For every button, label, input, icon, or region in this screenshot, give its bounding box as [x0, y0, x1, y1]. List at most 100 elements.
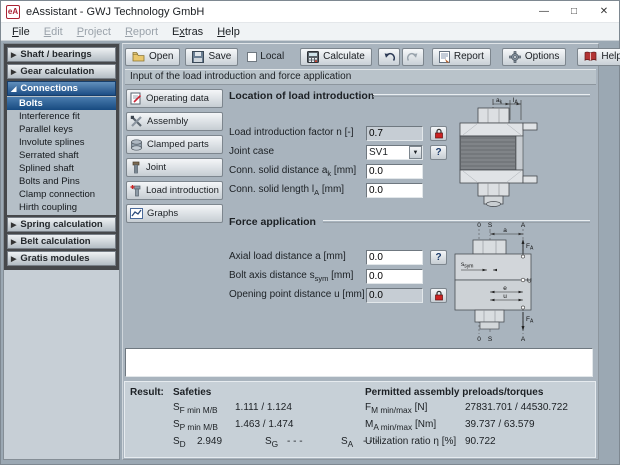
sidebar-item-hirth-coupling[interactable]: Hirth coupling [7, 201, 116, 214]
chevron-down-icon[interactable]: ▼ [409, 146, 422, 159]
bolt-axis-distance-label: Bolt axis distance ssym [mm] [229, 270, 366, 283]
sidebar-item-splined-shaft[interactable]: Splined shaft [7, 162, 116, 175]
location-section-title: Location of load introduction [229, 90, 374, 102]
sidebar-item-clamp-connection[interactable]: Clamp connection [7, 188, 116, 201]
toolbar: Open Save Local Calculate Repo [125, 46, 596, 67]
sidebar-item-bolts-and-pins[interactable]: Bolts and Pins [7, 175, 116, 188]
module-tree: ▶ Shaft / bearings ▶ Gear calculation ◢ … [4, 44, 119, 270]
load-introduction-factor-label: Load introduction factor n [-] [229, 127, 366, 140]
operating-data-button[interactable]: Operating data [126, 89, 223, 108]
bolt-axis-distance-input[interactable] [366, 269, 423, 284]
menu-edit: Edit [37, 26, 70, 38]
ma-minmax-value: 39.737 / 63.579 [465, 419, 535, 430]
joint-case-value: SV1 [367, 147, 409, 158]
diagram2-dim-a: a [503, 227, 507, 234]
menu-extras[interactable]: Extras [165, 26, 210, 38]
opening-point-distance-label: Opening point distance u [mm] [229, 289, 366, 302]
utilization-ratio-label: Utilization ratio η [%] [365, 436, 456, 447]
load-introduction-factor-input[interactable] [366, 126, 423, 141]
lock-button[interactable] [430, 288, 447, 303]
calculate-button[interactable]: Calculate [300, 48, 372, 66]
result-label: Result: [130, 387, 164, 398]
local-checkbox[interactable] [247, 52, 257, 62]
connections-items: Bolts Interference fit Parallel keys Inv… [7, 96, 116, 215]
open-folder-icon [132, 51, 145, 62]
diagram2-label-s-top: S [488, 222, 493, 229]
opening-point-distance-input[interactable] [366, 288, 423, 303]
sidebar-item-serrated-shaft[interactable]: Serrated shaft [7, 149, 116, 162]
diagram2-label-a-axis-bottom: A [521, 336, 526, 343]
joint-case-help-button[interactable]: ? [430, 145, 447, 160]
diagram2-label-0-top: 0 [477, 222, 481, 229]
load-introduction-diagram: ak lA [453, 96, 545, 210]
maximize-button[interactable]: □ [559, 1, 589, 23]
report-button[interactable]: Report [432, 48, 491, 66]
diagram2-dim-u: u [503, 293, 507, 300]
safety-sp-value: 1.463 / 1.474 [235, 419, 293, 430]
graphs-chart-icon [130, 208, 143, 219]
close-button[interactable]: ✕ [589, 1, 619, 23]
lock-icon [434, 128, 444, 139]
sidebar-group-shaft-bearings[interactable]: ▶ Shaft / bearings [7, 47, 116, 62]
menu-help[interactable]: Help [210, 26, 247, 38]
sidebar-group-belt-calculation[interactable]: ▶ Belt calculation [7, 234, 116, 249]
diagram2-point-u-label: U [527, 278, 532, 285]
safety-sp-symbol: SP min M/B [173, 419, 218, 432]
force-section-title: Force application [229, 216, 316, 228]
force-application-diagram: 0 S A a FA ssym [449, 220, 549, 344]
joint-button[interactable]: Joint [126, 158, 223, 177]
local-checkbox-group: Local [247, 51, 284, 62]
sidebar-group-gratis-modules[interactable]: ▶ Gratis modules [7, 251, 116, 266]
title-bar: eA eAssistant - GWJ Technology GmbH — □ … [1, 1, 619, 23]
sidebar-item-involute-splines[interactable]: Involute splines [7, 136, 116, 149]
gear-icon [509, 51, 521, 63]
chevron-right-icon: ▶ [11, 255, 16, 263]
load-introduction-button[interactable]: Load introduction [126, 181, 223, 200]
conn-solid-length-input[interactable] [366, 183, 423, 198]
chevron-right-icon: ▶ [11, 68, 16, 76]
safety-sg-value: - - - [287, 436, 303, 447]
assembly-tools-icon [130, 115, 143, 128]
chevron-right-icon: ▶ [11, 238, 16, 246]
diagram2-dim-e: e [503, 285, 507, 292]
sidebar-group-spring-calculation[interactable]: ▶ Spring calculation [7, 217, 116, 232]
joint-case-dropdown[interactable]: SV1 ▼ [366, 145, 423, 160]
graphs-button[interactable]: Graphs [126, 204, 223, 223]
undo-button[interactable] [378, 48, 400, 66]
sidebar-item-bolts[interactable]: Bolts [7, 97, 116, 110]
open-button[interactable]: Open [125, 48, 180, 66]
joint-bolt-icon [130, 161, 142, 174]
options-button[interactable]: Options [502, 48, 566, 66]
sidebar-item-parallel-keys[interactable]: Parallel keys [7, 123, 116, 136]
local-checkbox-label: Local [260, 51, 284, 62]
sidebar-group-connections[interactable]: ◢ Connections [7, 81, 116, 96]
fm-minmax-label: FM min/max [N] [365, 402, 427, 415]
fm-minmax-value: 27831.701 / 44530.722 [465, 402, 568, 413]
help-button[interactable]: Help [577, 48, 620, 66]
save-button[interactable]: Save [185, 48, 238, 66]
save-floppy-icon [192, 51, 204, 63]
operating-data-icon [130, 92, 142, 105]
conn-solid-distance-input[interactable] [366, 164, 423, 179]
safety-sd-symbol: SD [173, 436, 186, 449]
minimize-button[interactable]: — [529, 1, 559, 23]
joint-case-label: Joint case [229, 146, 366, 159]
diagram2-label-a-axis-top: A [521, 222, 526, 229]
module-sidebar: ▶ Shaft / bearings ▶ Gear calculation ◢ … [3, 43, 120, 460]
axial-load-help-button[interactable]: ? [430, 250, 447, 265]
info-bar: Input of the load introduction and force… [125, 69, 596, 85]
clamped-parts-icon [130, 139, 143, 151]
assembly-button[interactable]: Assembly [126, 112, 223, 131]
clamped-parts-button[interactable]: Clamped parts [126, 135, 223, 154]
safety-sg-symbol: SG [265, 436, 278, 449]
load-introduction-icon [130, 184, 142, 197]
sidebar-item-interference-fit[interactable]: Interference fit [7, 110, 116, 123]
diagram2-force-top-label: FA [526, 243, 534, 252]
ma-minmax-label: MA min/max [Nm] [365, 419, 436, 432]
chevron-expanded-icon: ◢ [11, 85, 16, 93]
menu-file[interactable]: File [5, 26, 37, 38]
lock-button[interactable] [430, 126, 447, 141]
conn-solid-distance-label: Conn. solid distance ak [mm] [229, 165, 366, 178]
axial-load-distance-input[interactable] [366, 250, 423, 265]
sidebar-group-gear-calculation[interactable]: ▶ Gear calculation [7, 64, 116, 79]
